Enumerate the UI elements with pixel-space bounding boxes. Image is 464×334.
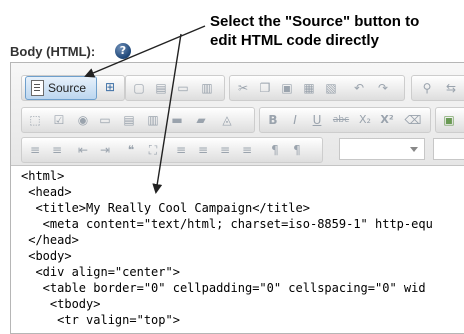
textarea-icon[interactable]: ▤	[120, 111, 138, 129]
remove-format-icon[interactable]: ⌫	[404, 111, 422, 129]
blockquote-icon[interactable]: ❝	[122, 141, 140, 159]
code-line: <body>	[21, 249, 72, 263]
cut-icon[interactable]: ✂	[234, 79, 252, 97]
toolbar-group-insert: ▣ ▦	[435, 107, 464, 133]
button-icon[interactable]: ▬	[168, 111, 186, 129]
toolbar-row-1: Source ⊞ ▢ ▤ ▭ ▥ ✂ ❐ ▣ ▦ ▧ ↶ ↷ ⚲ ⇆	[19, 75, 464, 101]
preview-icon[interactable]: ▤	[152, 79, 170, 97]
annotation-callout: Select the "Source" button to edit HTML …	[210, 12, 419, 50]
rtl-icon[interactable]: ¶	[288, 141, 306, 159]
code-line: </head>	[21, 233, 79, 247]
outdent-icon[interactable]: ⇤	[74, 141, 92, 159]
subscript-button[interactable]: X₂	[356, 111, 374, 129]
code-line: <html>	[21, 169, 65, 183]
paste-icon[interactable]: ▣	[278, 79, 296, 97]
align-center-icon[interactable]: ≡	[194, 141, 212, 159]
ltr-icon[interactable]: ¶	[266, 141, 284, 159]
source-code-area[interactable]: <html> <head> <title>My Really Cool Camp…	[11, 166, 464, 333]
code-line: <title>My Really Cool Campaign</title>	[21, 201, 310, 215]
annotation-line-1: Select the "Source" button to	[210, 13, 420, 30]
rich-text-editor: Source ⊞ ▢ ▤ ▭ ▥ ✂ ❐ ▣ ▦ ▧ ↶ ↷ ⚲ ⇆ ⬚ ☑ ◉…	[10, 62, 464, 334]
code-line: <meta content="text/html; charset=iso-88…	[21, 217, 433, 231]
code-line: <tbody>	[21, 297, 101, 311]
image-icon[interactable]: ▣	[440, 111, 458, 129]
toolbar-group-page: ▢ ▤ ▭ ▥	[125, 75, 225, 101]
code-line: <tr valign="top">	[21, 313, 180, 327]
numbered-list-icon[interactable]: ≡	[26, 141, 44, 159]
strike-button[interactable]: abc	[332, 111, 350, 129]
align-left-icon[interactable]: ≡	[172, 141, 190, 159]
toolbar-group-forms: ⬚ ☑ ◉ ▭ ▤ ▥ ▬ ▰ ◬	[21, 107, 255, 133]
toolbar-group-basicstyles: B I U abc X₂ X² ⌫	[259, 107, 431, 133]
paste-text-icon[interactable]: ▦	[300, 79, 318, 97]
help-icon[interactable]: ?	[115, 43, 131, 59]
bulleted-list-icon[interactable]: ≡	[48, 141, 66, 159]
div-container-icon[interactable]: ⛶	[144, 141, 162, 159]
select-icon[interactable]: ▥	[144, 111, 162, 129]
show-blocks-icon[interactable]: ⊞	[101, 78, 119, 96]
template-icon[interactable]: ▥	[198, 79, 216, 97]
annotation-line-2: edit HTML code directly	[210, 32, 379, 49]
indent-icon[interactable]: ⇥	[96, 141, 114, 159]
toolbar-row-2: ⬚ ☑ ◉ ▭ ▤ ▥ ▬ ▰ ◬ B I U abc X₂ X² ⌫ ▣	[19, 107, 464, 133]
image-button-icon[interactable]: ▰	[192, 111, 210, 129]
toolbar-group-find: ⚲ ⇆	[411, 75, 464, 101]
undo-icon[interactable]: ↶	[350, 79, 368, 97]
paste-word-icon[interactable]: ▧	[322, 79, 340, 97]
radio-icon[interactable]: ◉	[74, 111, 92, 129]
code-line: <div align="center">	[21, 265, 180, 279]
toolbar-group-clipboard: ✂ ❐ ▣ ▦ ▧ ↶ ↷	[229, 75, 405, 101]
form-icon[interactable]: ⬚	[26, 111, 44, 129]
redo-icon[interactable]: ↷	[374, 79, 392, 97]
source-button-label: Source	[48, 81, 87, 95]
code-line: <table border="0" cellpadding="0" cellsp…	[21, 281, 426, 295]
font-select[interactable]	[433, 138, 464, 160]
replace-icon[interactable]: ⇆	[442, 79, 460, 97]
format-select[interactable]	[339, 138, 425, 160]
toolbar-group-paragraph: ≡ ≡ ⇤ ⇥ ❝ ⛶ ≡ ≡ ≡ ≡ ¶ ¶	[21, 137, 323, 163]
body-html-label: Body (HTML):	[10, 44, 96, 59]
textfield-icon[interactable]: ▭	[96, 111, 114, 129]
underline-button[interactable]: U	[308, 111, 326, 129]
copy-icon[interactable]: ❐	[256, 79, 274, 97]
code-line: <head>	[21, 185, 72, 199]
italic-button[interactable]: I	[286, 111, 304, 129]
print-icon[interactable]: ▭	[174, 79, 192, 97]
justify-icon[interactable]: ≡	[238, 141, 256, 159]
bold-button[interactable]: B	[264, 111, 282, 129]
editor-toolbar: Source ⊞ ▢ ▤ ▭ ▥ ✂ ❐ ▣ ▦ ▧ ↶ ↷ ⚲ ⇆ ⬚ ☑ ◉…	[11, 63, 464, 166]
superscript-button[interactable]: X²	[378, 111, 396, 129]
source-button[interactable]: Source	[25, 76, 97, 100]
new-page-icon[interactable]: ▢	[130, 79, 148, 97]
checkbox-icon[interactable]: ☑	[50, 111, 68, 129]
toolbar-row-3: ≡ ≡ ⇤ ⇥ ❝ ⛶ ≡ ≡ ≡ ≡ ¶ ¶	[19, 137, 464, 163]
find-icon[interactable]: ⚲	[418, 79, 436, 97]
align-right-icon[interactable]: ≡	[216, 141, 234, 159]
source-icon	[31, 80, 44, 96]
hidden-field-icon[interactable]: ◬	[218, 111, 236, 129]
